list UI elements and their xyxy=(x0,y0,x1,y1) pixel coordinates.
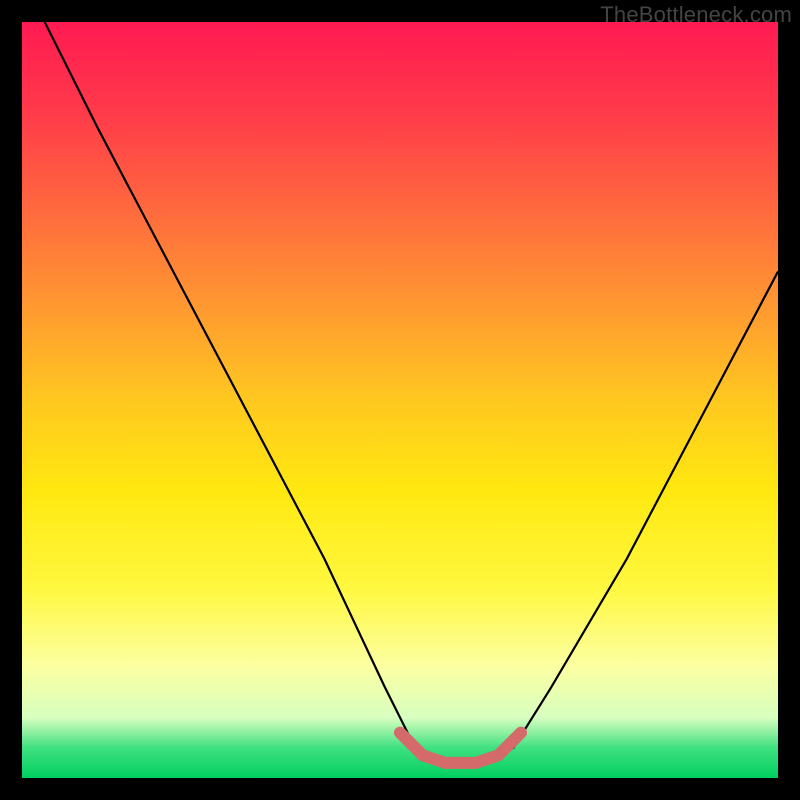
chart-container: TheBottleneck.com xyxy=(0,0,800,800)
bottleneck-curve xyxy=(22,22,778,778)
watermark-text: TheBottleneck.com xyxy=(600,2,792,28)
plot-area xyxy=(22,22,778,778)
